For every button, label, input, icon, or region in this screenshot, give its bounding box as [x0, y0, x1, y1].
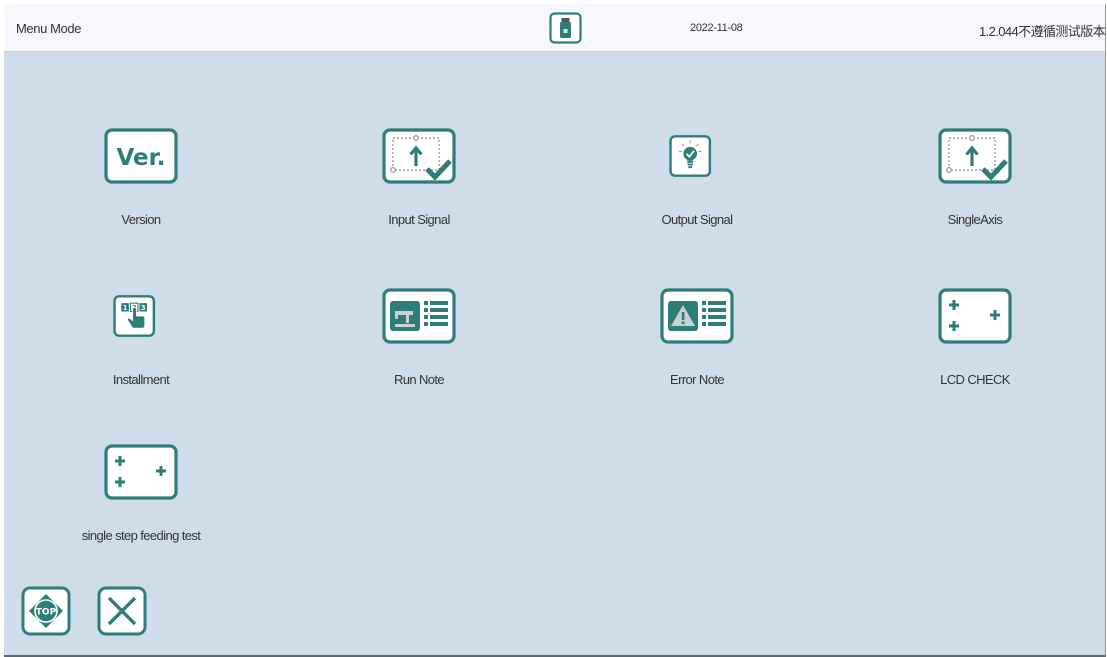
menu-item-output-signal[interactable]: Output Signal: [582, 128, 812, 238]
ver-icon-text: Ver.: [117, 145, 166, 171]
error-note-icon: [660, 288, 734, 344]
single-axis-icon: [938, 128, 1012, 184]
top-button[interactable]: TOP: [21, 586, 71, 636]
menu-screen: Menu Mode 2022-11-08 1.2.044不遵循测试版本 Ver.…: [4, 4, 1106, 657]
output-signal-icon: [669, 135, 712, 177]
installment-icon: 1 2 3: [113, 295, 156, 337]
run-note-icon: [382, 288, 456, 344]
menu-item-input-signal[interactable]: Input Signal: [304, 128, 534, 238]
menu-item-version[interactable]: Ver. Version: [26, 128, 256, 238]
menu-item-label: SingleAxis: [947, 212, 1003, 227]
menu-item-label: Installment: [112, 372, 170, 387]
menu-item-label: Error Note: [670, 372, 725, 387]
menu-item-error-note[interactable]: Error Note: [582, 288, 812, 398]
menu-item-run-note[interactable]: Run Note: [304, 288, 534, 398]
menu-item-label: Version: [121, 212, 161, 227]
menu-item-installment[interactable]: 1 2 3 Installment: [26, 288, 256, 398]
date-display: 2022-11-08: [690, 22, 743, 34]
page-title: Menu Mode: [16, 21, 82, 36]
usb-icon[interactable]: [549, 12, 582, 44]
top-button-label: TOP: [36, 608, 57, 618]
menu-item-label: Run Note: [393, 372, 445, 387]
close-button[interactable]: [97, 586, 147, 636]
key-3: 3: [141, 304, 146, 312]
key-1: 1: [123, 304, 128, 312]
menu-item-label: LCD CHECK: [940, 372, 1010, 387]
lcd-check-icon: [938, 288, 1012, 344]
menu-item-single-axis[interactable]: SingleAxis: [860, 128, 1090, 238]
version-display: 1.2.044不遵循测试版本: [979, 24, 1106, 39]
menu-item-label: single step feeding test: [81, 528, 201, 543]
top-bar: Menu Mode 2022-11-08 1.2.044不遵循测试版本: [4, 4, 1106, 52]
menu-item-lcd-check[interactable]: LCD CHECK: [860, 288, 1090, 398]
ver-icon: Ver.: [104, 128, 178, 184]
feeding-test-icon: [104, 444, 178, 500]
input-signal-icon: [382, 128, 456, 184]
menu-item-label: Output Signal: [661, 212, 734, 227]
menu-item-label: Input Signal: [388, 212, 450, 227]
menu-item-feeding-test[interactable]: single step feeding test: [26, 444, 256, 554]
